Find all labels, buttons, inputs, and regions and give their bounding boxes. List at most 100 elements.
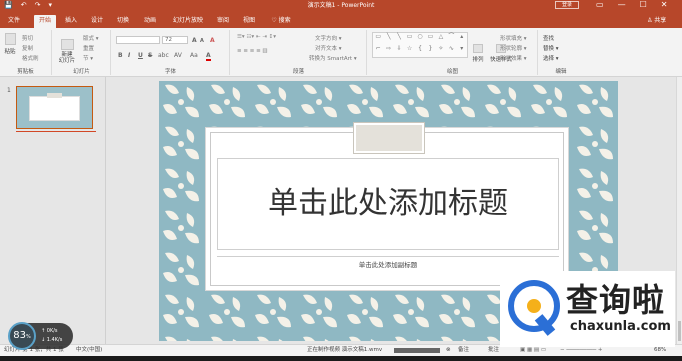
- shape-arrow-icon[interactable]: ⇨: [383, 45, 393, 57]
- grow-font-button[interactable]: A: [192, 37, 197, 44]
- language-indicator[interactable]: 中文(中国): [76, 345, 102, 356]
- slide-thumbnail[interactable]: [16, 86, 93, 129]
- shape-outline-button[interactable]: 形状轮廓 ▾: [500, 44, 527, 52]
- tab-review[interactable]: 审阅: [214, 15, 232, 28]
- share-button[interactable]: ♙ 共享: [647, 15, 666, 27]
- shape-tri-icon[interactable]: △: [436, 33, 446, 45]
- new-slide-icon: [60, 39, 74, 50]
- drawing-group-label: 绘图: [446, 69, 458, 75]
- reset-button[interactable]: 重置: [83, 44, 94, 52]
- tab-slideshow[interactable]: 幻灯片放映: [168, 15, 208, 28]
- shape-expand-icon[interactable]: ▾: [457, 45, 467, 57]
- minimize-icon[interactable]: —: [618, 0, 626, 10]
- notes-button[interactable]: 备注: [458, 345, 469, 356]
- cut-button[interactable]: 剪切: [22, 34, 33, 42]
- shape-line-icon[interactable]: ╲: [383, 33, 393, 45]
- section-button[interactable]: 节 ▾: [83, 54, 93, 62]
- shape-star2-icon[interactable]: ✧: [436, 45, 446, 57]
- watermark-brand: 查询啦: [566, 281, 666, 319]
- decorative-tab: [354, 123, 424, 153]
- shape-arrow2-icon[interactable]: ⇩: [394, 45, 404, 57]
- convert-smartart-button[interactable]: 转换为 SmartArt ▾: [309, 54, 357, 62]
- format-painter-button[interactable]: 格式刷: [22, 54, 39, 62]
- shape-oval-icon[interactable]: ○: [415, 33, 425, 45]
- shapes-gallery[interactable]: ▭ ╲ ╲ ▭ ○ ▭ △ ⌒ ▴ ⌐ ⇨ ⇩ ☆{} ✧ ∿ ▾: [372, 32, 468, 58]
- document-title: 演示文稿1 - PowerPoint: [307, 2, 375, 9]
- font-name-dropdown[interactable]: [116, 36, 160, 44]
- tab-home[interactable]: 开始: [34, 15, 56, 28]
- tab-file[interactable]: 文件: [4, 15, 24, 28]
- arrange-button[interactable]: 排列: [470, 44, 486, 63]
- tab-animations[interactable]: 动画: [140, 15, 160, 28]
- cancel-export-icon[interactable]: ⊗: [446, 345, 451, 356]
- watermark: 查询啦 chaxunla.com: [500, 271, 675, 347]
- shape-effects-button[interactable]: 形状效果 ▾: [500, 54, 527, 62]
- ribbon-display-icon[interactable]: ▭: [596, 0, 604, 10]
- shape-brace2-icon[interactable]: }: [425, 45, 435, 57]
- font-size-dropdown[interactable]: 72: [162, 36, 188, 44]
- title-bar: 💾 ↶ ↷ ▾ 演示文稿1 - PowerPoint 登录 ▭ — ☐ ✕: [0, 0, 682, 11]
- bold-button[interactable]: B: [118, 52, 123, 59]
- char-spacing-button[interactable]: AV: [174, 52, 182, 59]
- drawing-group: ▭ ╲ ╲ ▭ ○ ▭ △ ⌒ ▴ ⌐ ⇨ ⇩ ☆{} ✧ ∿ ▾ 排列 快速样式 形状填充 ▾ 形状轮廓 …: [368, 30, 538, 75]
- thumbnail-card: [29, 96, 80, 121]
- shadow-button[interactable]: abc: [158, 52, 169, 59]
- download-speed-value: 1.4K/s: [46, 337, 63, 343]
- new-slide-button[interactable]: 新建 幻灯片: [56, 33, 78, 70]
- recording-status: 正在制作视频 演示文稿1.wmv: [307, 347, 383, 353]
- paste-button[interactable]: 粘贴: [3, 33, 17, 55]
- strikethrough-button[interactable]: S: [148, 52, 152, 59]
- magnifier-logo-icon: [508, 280, 560, 332]
- tab-view[interactable]: 视图: [240, 15, 258, 28]
- clear-format-button[interactable]: A: [210, 37, 215, 44]
- tab-design[interactable]: 设计: [88, 15, 106, 28]
- maximize-icon[interactable]: ☐: [640, 0, 647, 10]
- scrollbar-thumb[interactable]: [678, 321, 681, 341]
- close-icon[interactable]: ✕: [661, 0, 668, 10]
- editing-group-label: 编辑: [555, 69, 567, 75]
- shape-fill-button[interactable]: 形状填充 ▾: [500, 34, 527, 42]
- shape-line2-icon[interactable]: ╲: [394, 33, 404, 45]
- find-button[interactable]: 查找: [543, 34, 554, 42]
- tab-insert[interactable]: 插入: [62, 15, 80, 28]
- tab-search[interactable]: ♡ 搜索: [266, 15, 296, 28]
- shape-bracket-icon[interactable]: ⌐: [373, 45, 383, 57]
- shape-brace-icon[interactable]: {: [415, 45, 425, 57]
- ribbon: 粘贴 剪切 复制 格式刷 剪贴板 新建 幻灯片 版式 ▾ 重置 节 ▾ 幻灯片 …: [0, 28, 682, 77]
- list-buttons-icon[interactable]: ☰▾ ☷▾ ⇤ ⇥ ↕▾: [237, 34, 276, 40]
- download-speed: ↓ 1.4K/s: [41, 337, 63, 343]
- replace-button[interactable]: 替换 ▾: [543, 44, 559, 52]
- paste-icon: [4, 33, 16, 45]
- title-placeholder[interactable]: 单击此处添加标题: [217, 158, 559, 250]
- text-direction-button[interactable]: 文字方向 ▾: [315, 34, 342, 42]
- shape-more-icon[interactable]: ▴: [457, 33, 467, 45]
- shrink-font-button[interactable]: A: [200, 38, 204, 44]
- underline-button[interactable]: U: [138, 52, 143, 59]
- shape-star-icon[interactable]: ☆: [404, 45, 414, 57]
- speed-unit: %: [25, 334, 31, 340]
- change-case-button[interactable]: Aa: [190, 52, 198, 59]
- login-button[interactable]: 登录: [555, 1, 579, 9]
- vertical-scrollbar[interactable]: [676, 77, 682, 344]
- speed-value: 83: [13, 330, 26, 341]
- comments-button[interactable]: 批注: [488, 345, 499, 356]
- copy-button[interactable]: 复制: [22, 44, 33, 52]
- shape-rect2-icon[interactable]: ▭: [404, 33, 414, 45]
- arrange-icon: [473, 44, 483, 53]
- align-text-button[interactable]: 对齐文本 ▾: [315, 44, 342, 52]
- select-button[interactable]: 选择 ▾: [543, 54, 559, 62]
- font-color-button[interactable]: A: [206, 52, 211, 61]
- shape-curve-icon[interactable]: ∿: [446, 45, 456, 57]
- tab-transitions[interactable]: 切换: [114, 15, 132, 28]
- shape-rect3-icon[interactable]: ▭: [425, 33, 435, 45]
- italic-button[interactable]: I: [128, 52, 130, 59]
- layout-button[interactable]: 版式 ▾: [83, 34, 99, 42]
- network-speed-widget[interactable]: 83% ↑ 0K/s ↓ 1.4K/s: [8, 322, 73, 350]
- shape-arc-icon[interactable]: ⌒: [446, 33, 456, 45]
- slides-group-label: 幻灯片: [73, 69, 90, 75]
- shape-rect-icon[interactable]: ▭: [373, 33, 383, 45]
- upload-speed: ↑ 0K/s: [41, 328, 58, 334]
- align-buttons-icon[interactable]: ≡ ≡ ≡ ≡ ▥: [237, 48, 268, 54]
- window-controls: ▭ — ☐ ✕: [596, 0, 667, 10]
- thumbnail-insert-marker: [16, 131, 96, 132]
